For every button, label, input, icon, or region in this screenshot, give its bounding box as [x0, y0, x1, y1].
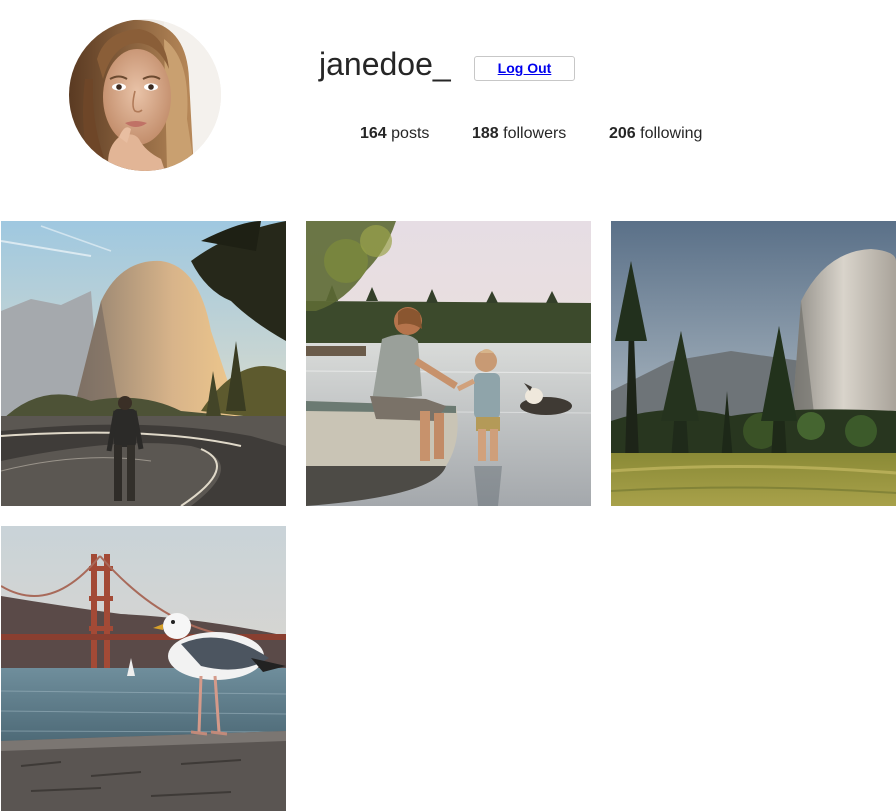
post-thumbnail-2[interactable] [306, 221, 591, 506]
el-capitan-photo [611, 221, 896, 506]
posts-label: posts [391, 125, 430, 142]
profile-username: janedoe_ [319, 46, 451, 82]
following-label: following [640, 125, 703, 142]
avatar-portrait-image [69, 19, 221, 171]
seagull-photo [1, 526, 286, 811]
followers-count: 188 [472, 125, 499, 142]
posts-count: 164 [360, 125, 387, 142]
post-thumbnail-4[interactable] [1, 526, 286, 811]
lake-family-photo [306, 221, 591, 506]
half-dome-photo [1, 221, 286, 506]
post-thumbnail-3[interactable] [611, 221, 896, 506]
followers-stat[interactable]: 188 followers [472, 124, 566, 144]
logout-button[interactable]: Log Out [474, 56, 575, 81]
profile-avatar[interactable] [69, 19, 221, 171]
post-thumbnail-1[interactable] [1, 221, 286, 506]
followers-label: followers [503, 125, 567, 142]
following-stat[interactable]: 206 following [609, 124, 702, 144]
profile-page: janedoe_ Log Out 164 posts 188 followers… [0, 0, 896, 812]
following-count: 206 [609, 125, 636, 142]
posts-stat[interactable]: 164 posts [360, 124, 429, 144]
